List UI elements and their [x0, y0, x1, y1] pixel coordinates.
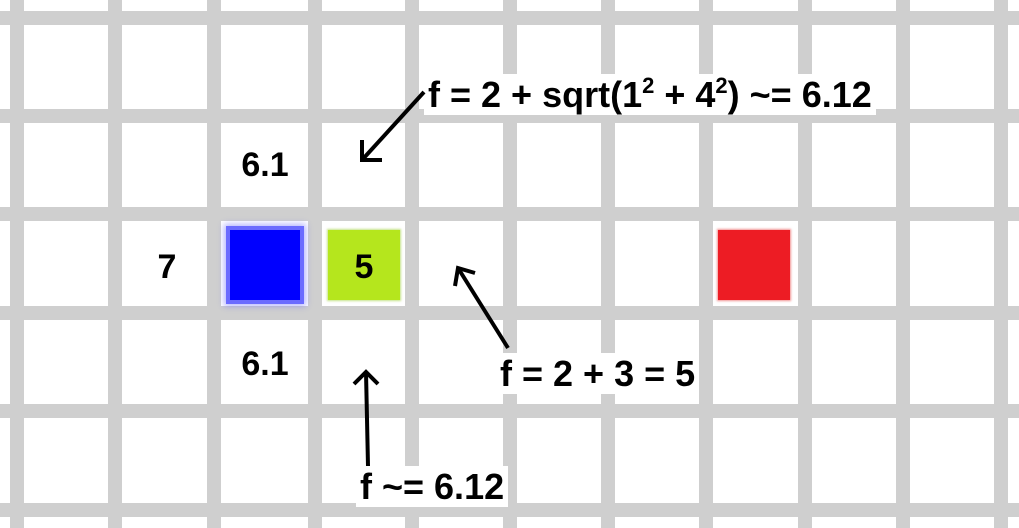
current-tile-value: 5 [354, 248, 374, 286]
diagonal-formula-suffix: ) ~= 6.12 [727, 74, 872, 115]
pathfinding-diagram: 6.1 7 5 6.1 f = 2 + sqrt(12 + 42) ~= 6.1… [0, 0, 1019, 528]
straight-cost-annotation: f = 2 + 3 = 5 [496, 353, 700, 395]
start-tile [226, 226, 304, 304]
diagonal-cost-annotation: f = 2 + sqrt(12 + 42) ~= 6.12 [424, 73, 876, 116]
left-neighbor-value: 7 [157, 248, 177, 286]
goal-tile [718, 230, 790, 300]
lower-diagonal-cost-annotation: f ~= 6.12 [356, 466, 509, 508]
bottom-neighbor-value: 6.1 [241, 345, 289, 383]
diagonal-exponent-2: 2 [715, 73, 728, 98]
diagonal-formula-middle: + 4 [654, 74, 716, 115]
diagonal-formula-prefix: f = 2 + sqrt(1 [428, 74, 643, 115]
top-neighbor-value: 6.1 [241, 146, 289, 184]
diagonal-exponent-1: 2 [642, 73, 655, 98]
